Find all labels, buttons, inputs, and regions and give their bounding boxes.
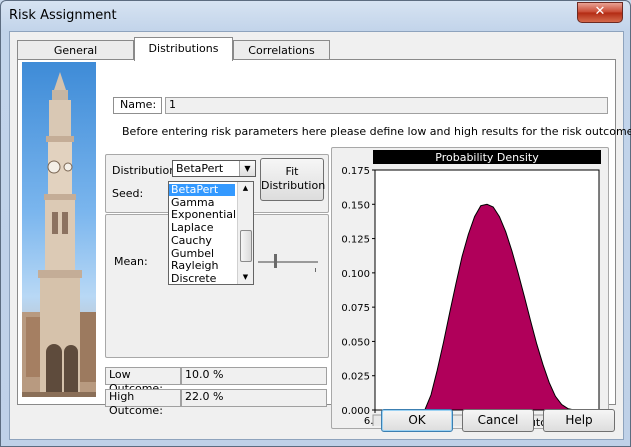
help-button[interactable]: Help — [543, 409, 615, 432]
tab-distributions[interactable]: Distributions — [134, 37, 233, 61]
y-tick-label: 0.075 — [341, 303, 370, 314]
chart-title: Probability Density — [435, 151, 539, 164]
name-label: Name: — [113, 97, 162, 114]
seed-label: Seed: — [112, 187, 144, 200]
high-outcome-label: High Outcome: — [105, 389, 181, 417]
tab-correlations[interactable]: Correlations — [233, 40, 330, 60]
distribution-option[interactable]: Laplace — [171, 222, 213, 234]
distribution-option[interactable]: Gumbel — [171, 247, 214, 260]
cancel-button[interactable]: Cancel — [462, 409, 534, 432]
distribution-option[interactable]: Cauchy — [171, 234, 212, 247]
scroll-up-icon[interactable]: ▲ — [238, 182, 253, 195]
low-outcome-field[interactable]: 10.0 % — [181, 367, 327, 385]
dialog-body: General Distributions Correlations Name:… — [9, 31, 631, 440]
y-tick-label: 0.175 — [341, 166, 370, 177]
y-tick-label: 0.150 — [341, 200, 370, 211]
fit-distribution-button[interactable]: Fit Distribution — [260, 158, 326, 201]
distributions-panel: Name: 1 Before entering risk parameters … — [17, 59, 631, 429]
distribution-select[interactable]: BetaPert ▼ — [172, 160, 256, 177]
mean-slider-track[interactable] — [258, 261, 318, 263]
tab-general[interactable]: General — [17, 40, 134, 60]
y-tick-label: 0.100 — [341, 269, 370, 280]
ok-button[interactable]: OK — [381, 409, 453, 432]
distribution-option[interactable]: Exponential — [171, 209, 236, 221]
title-bar: Risk Assignment ✕ — [1, 1, 630, 31]
y-tick-label: 0.025 — [341, 372, 370, 383]
scroll-down-icon[interactable]: ▼ — [238, 271, 253, 284]
distribution-selected-value: BetaPert — [176, 162, 224, 175]
y-tick-label: 0.125 — [341, 235, 370, 246]
distribution-option[interactable]: Gamma — [171, 196, 214, 209]
chevron-down-icon[interactable]: ▼ — [239, 161, 255, 176]
dropdown-scrollbar[interactable]: ▲ ▼ — [237, 182, 253, 284]
probability-density-chart: Probability Density0.0000.0250.0500.0750… — [341, 150, 607, 426]
distribution-dropdown-list[interactable]: BetaPert Gamma Exponential Laplace Cauchy Gum… — [168, 181, 254, 285]
distribution-label: Distribution: — [112, 164, 180, 177]
fit-button-line2: Distribution — [261, 179, 326, 192]
name-field[interactable]: 1 — [165, 97, 608, 114]
clock-tower-image — [22, 62, 96, 397]
instruction-text: Before entering risk parameters here ple… — [122, 125, 631, 138]
mean-slider-thumb[interactable] — [274, 254, 277, 268]
distribution-option[interactable]: BetaPert — [169, 184, 235, 196]
low-outcome-label: Low Outcome: — [105, 367, 181, 395]
distribution-option[interactable]: Rayleigh — [171, 260, 219, 272]
y-tick-label: 0.050 — [341, 337, 370, 348]
fit-button-line1: Fit — [285, 165, 299, 178]
distribution-option[interactable]: Discrete — [171, 272, 216, 285]
scrollbar-thumb[interactable] — [240, 230, 252, 262]
risk-assignment-window: Risk Assignment ✕ General Distributions … — [0, 0, 631, 447]
window-title: Risk Assignment — [9, 8, 117, 23]
slider-tick — [315, 268, 316, 272]
close-button[interactable]: ✕ — [577, 2, 623, 23]
high-outcome-field[interactable]: 22.0 % — [181, 389, 327, 407]
mean-label: Mean: — [114, 255, 148, 268]
